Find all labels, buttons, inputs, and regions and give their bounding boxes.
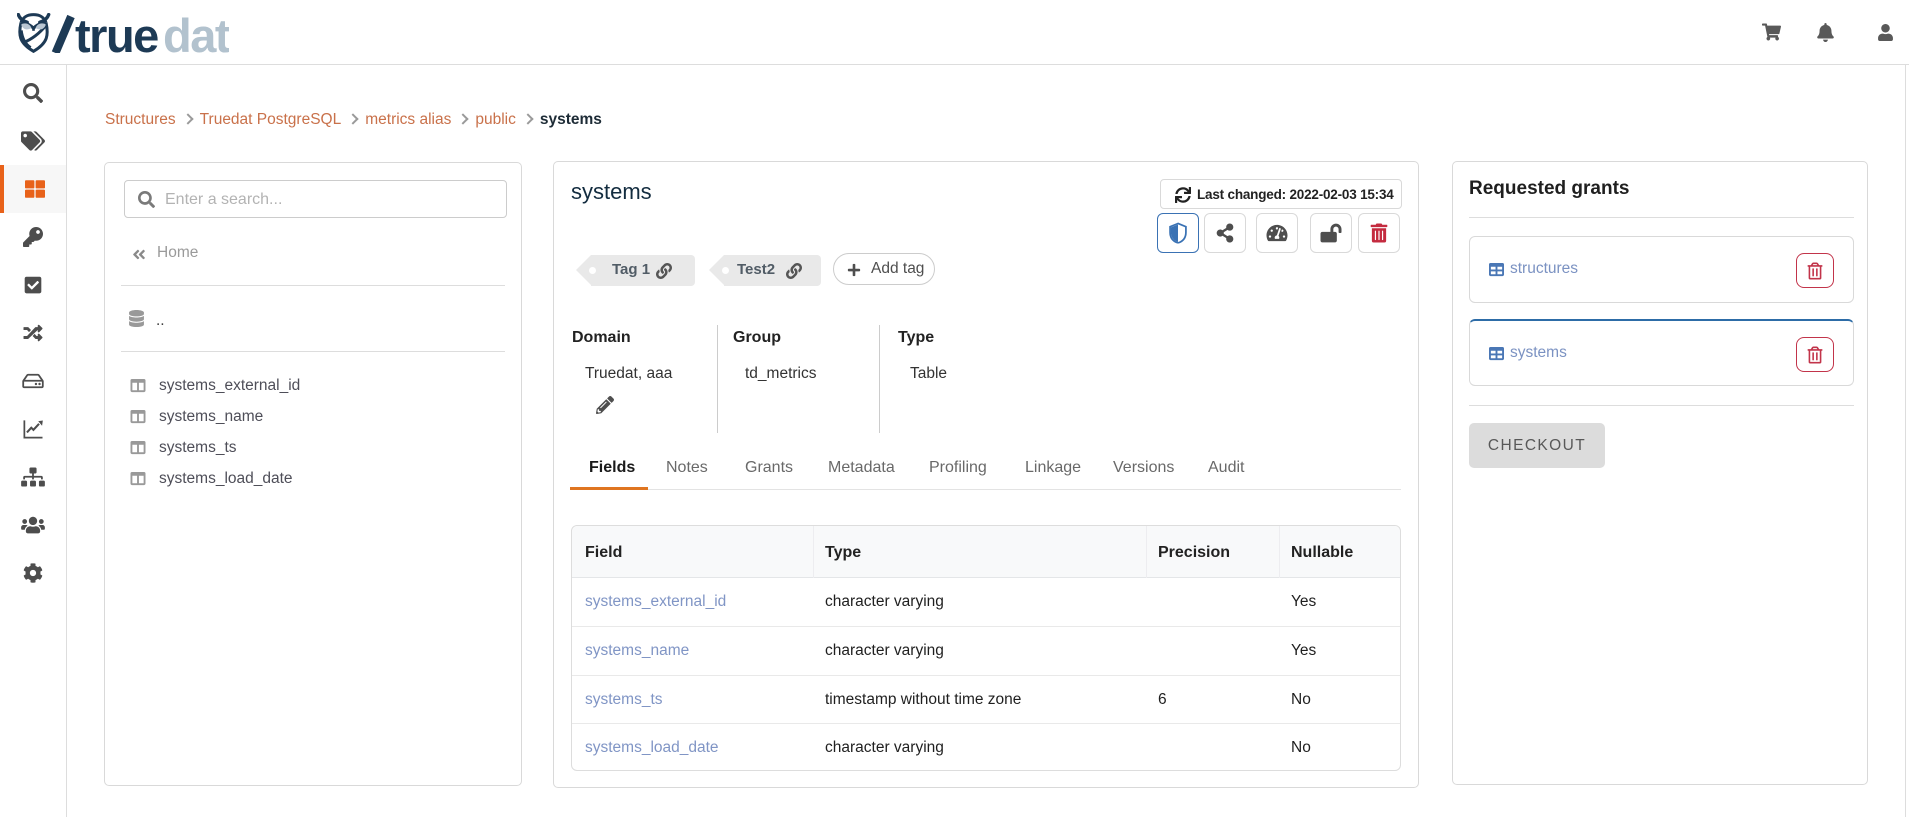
svg-text:dat: dat <box>163 13 229 53</box>
svg-text:true: true <box>75 13 158 53</box>
